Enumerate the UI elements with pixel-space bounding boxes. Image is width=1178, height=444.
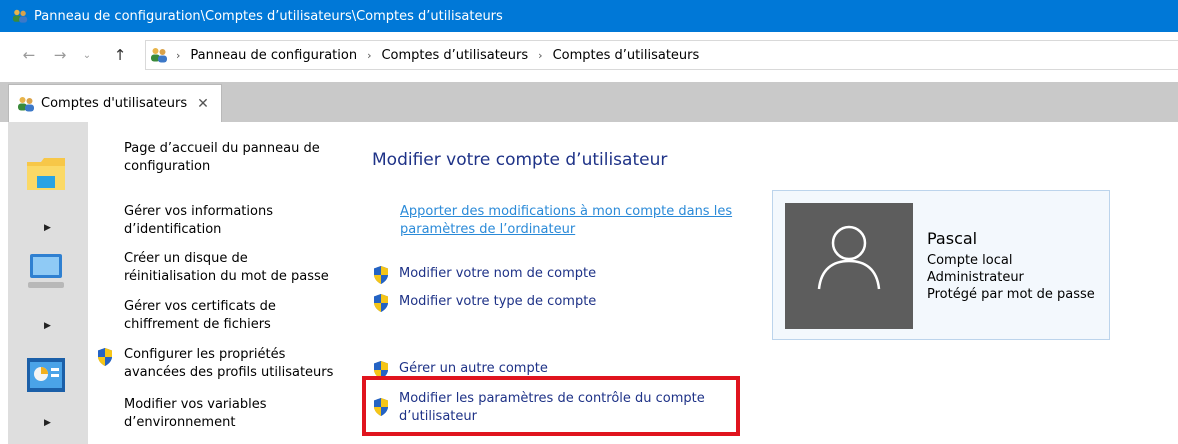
- change-account-type-link[interactable]: Modifier votre type de compte: [372, 293, 596, 313]
- nav-line: avancées des profils utilisateurs: [124, 365, 334, 380]
- expand-arrow-icon[interactable]: ▶: [44, 321, 51, 331]
- action-label: Modifier votre type de compte: [399, 294, 597, 309]
- highlight-box: [362, 376, 740, 436]
- nav-line: Créer un disque de: [124, 251, 248, 266]
- uac-shield-icon: [372, 293, 390, 313]
- uac-shield-icon: [372, 265, 390, 285]
- left-icon-strip: ▶ ▶ ▶: [8, 122, 88, 444]
- account-type: Compte local: [927, 253, 1013, 268]
- nav-line: d’environnement: [124, 415, 236, 430]
- uac-shield-icon: [96, 347, 114, 367]
- link-line: Apporter des modifications à mon compte …: [400, 204, 733, 219]
- control-panel-icon[interactable]: [24, 354, 68, 398]
- up-arrow-icon[interactable]: ↑: [109, 46, 131, 64]
- nav-line: chiffrement de fichiers: [124, 317, 271, 332]
- user-accounts-icon: [12, 8, 28, 24]
- nav-control-panel-home[interactable]: Page d’accueil du panneau de configurati…: [124, 140, 320, 176]
- action-label: Modifier votre nom de compte: [399, 266, 597, 281]
- address-box[interactable]: › Panneau de configuration › Comptes d’u…: [145, 40, 1178, 70]
- nav-line: Gérer vos certificats de: [124, 299, 276, 314]
- chevron-right-icon[interactable]: ›: [538, 49, 542, 62]
- nav-line: d’identification: [124, 222, 222, 237]
- file-explorer-icon[interactable]: [24, 152, 68, 196]
- close-icon[interactable]: ✕: [197, 96, 209, 112]
- nav-create-reset-disk[interactable]: Créer un disque de réinitialisation du m…: [124, 250, 329, 286]
- address-bar: ← → ⌄ ↑ › Panneau de configuration › Com…: [0, 40, 1178, 70]
- page-heading: Modifier votre compte d’utilisateur: [372, 150, 668, 170]
- tab-strip: Comptes d'utilisateurs ✕: [0, 82, 1178, 122]
- chevron-right-icon[interactable]: ›: [367, 49, 371, 62]
- back-arrow-icon[interactable]: ←: [18, 46, 40, 64]
- avatar: [785, 203, 913, 329]
- forward-arrow-icon[interactable]: →: [49, 46, 71, 64]
- link-line: paramètres de l’ordinateur: [400, 222, 576, 237]
- nav-line: réinitialisation du mot de passe: [124, 269, 329, 284]
- chevron-right-icon[interactable]: ›: [176, 49, 180, 62]
- recent-locations-chevron-icon[interactable]: ⌄: [76, 50, 98, 61]
- nav-line: Configurer les propriétés: [124, 347, 286, 362]
- window-title: Panneau de configuration\Comptes d’utili…: [34, 8, 503, 24]
- nav-line: Gérer vos informations: [124, 204, 273, 219]
- expand-arrow-icon[interactable]: ▶: [44, 223, 51, 233]
- user-card: Pascal Compte local Administrateur Proté…: [772, 190, 1110, 340]
- nav-advanced-profile-properties[interactable]: Configurer les propriétés avancées des p…: [96, 346, 333, 382]
- account-protection: Protégé par mot de passe: [927, 287, 1095, 302]
- settings-app-link[interactable]: Apporter des modifications à mon compte …: [400, 203, 732, 239]
- nav-line: configuration: [124, 159, 211, 174]
- breadcrumb-user-accounts[interactable]: Comptes d’utilisateurs: [381, 48, 528, 63]
- user-accounts-icon: [150, 47, 168, 63]
- tab-label: Comptes d'utilisateurs: [41, 96, 188, 111]
- nav-manage-certificates[interactable]: Gérer vos certificats de chiffrement de …: [124, 298, 276, 334]
- user-accounts-icon: [17, 96, 35, 112]
- expand-arrow-icon[interactable]: ▶: [44, 418, 51, 428]
- title-bar: Panneau de configuration\Comptes d’utili…: [0, 0, 1178, 32]
- nav-manage-credentials[interactable]: Gérer vos informations d’identification: [124, 203, 273, 239]
- user-name: Pascal: [927, 229, 978, 248]
- user-silhouette-icon: [817, 225, 881, 290]
- change-account-name-link[interactable]: Modifier votre nom de compte: [372, 265, 596, 285]
- account-role: Administrateur: [927, 270, 1024, 285]
- nav-environment-variables[interactable]: Modifier vos variables d’environnement: [124, 396, 266, 432]
- computer-icon[interactable]: [24, 250, 68, 294]
- breadcrumb-user-accounts-current[interactable]: Comptes d’utilisateurs: [553, 48, 700, 63]
- breadcrumb-control-panel[interactable]: Panneau de configuration: [190, 48, 357, 63]
- tab-user-accounts[interactable]: Comptes d'utilisateurs ✕: [8, 84, 222, 122]
- nav-line: Page d’accueil du panneau de: [124, 141, 320, 156]
- nav-line: Modifier vos variables: [124, 397, 267, 412]
